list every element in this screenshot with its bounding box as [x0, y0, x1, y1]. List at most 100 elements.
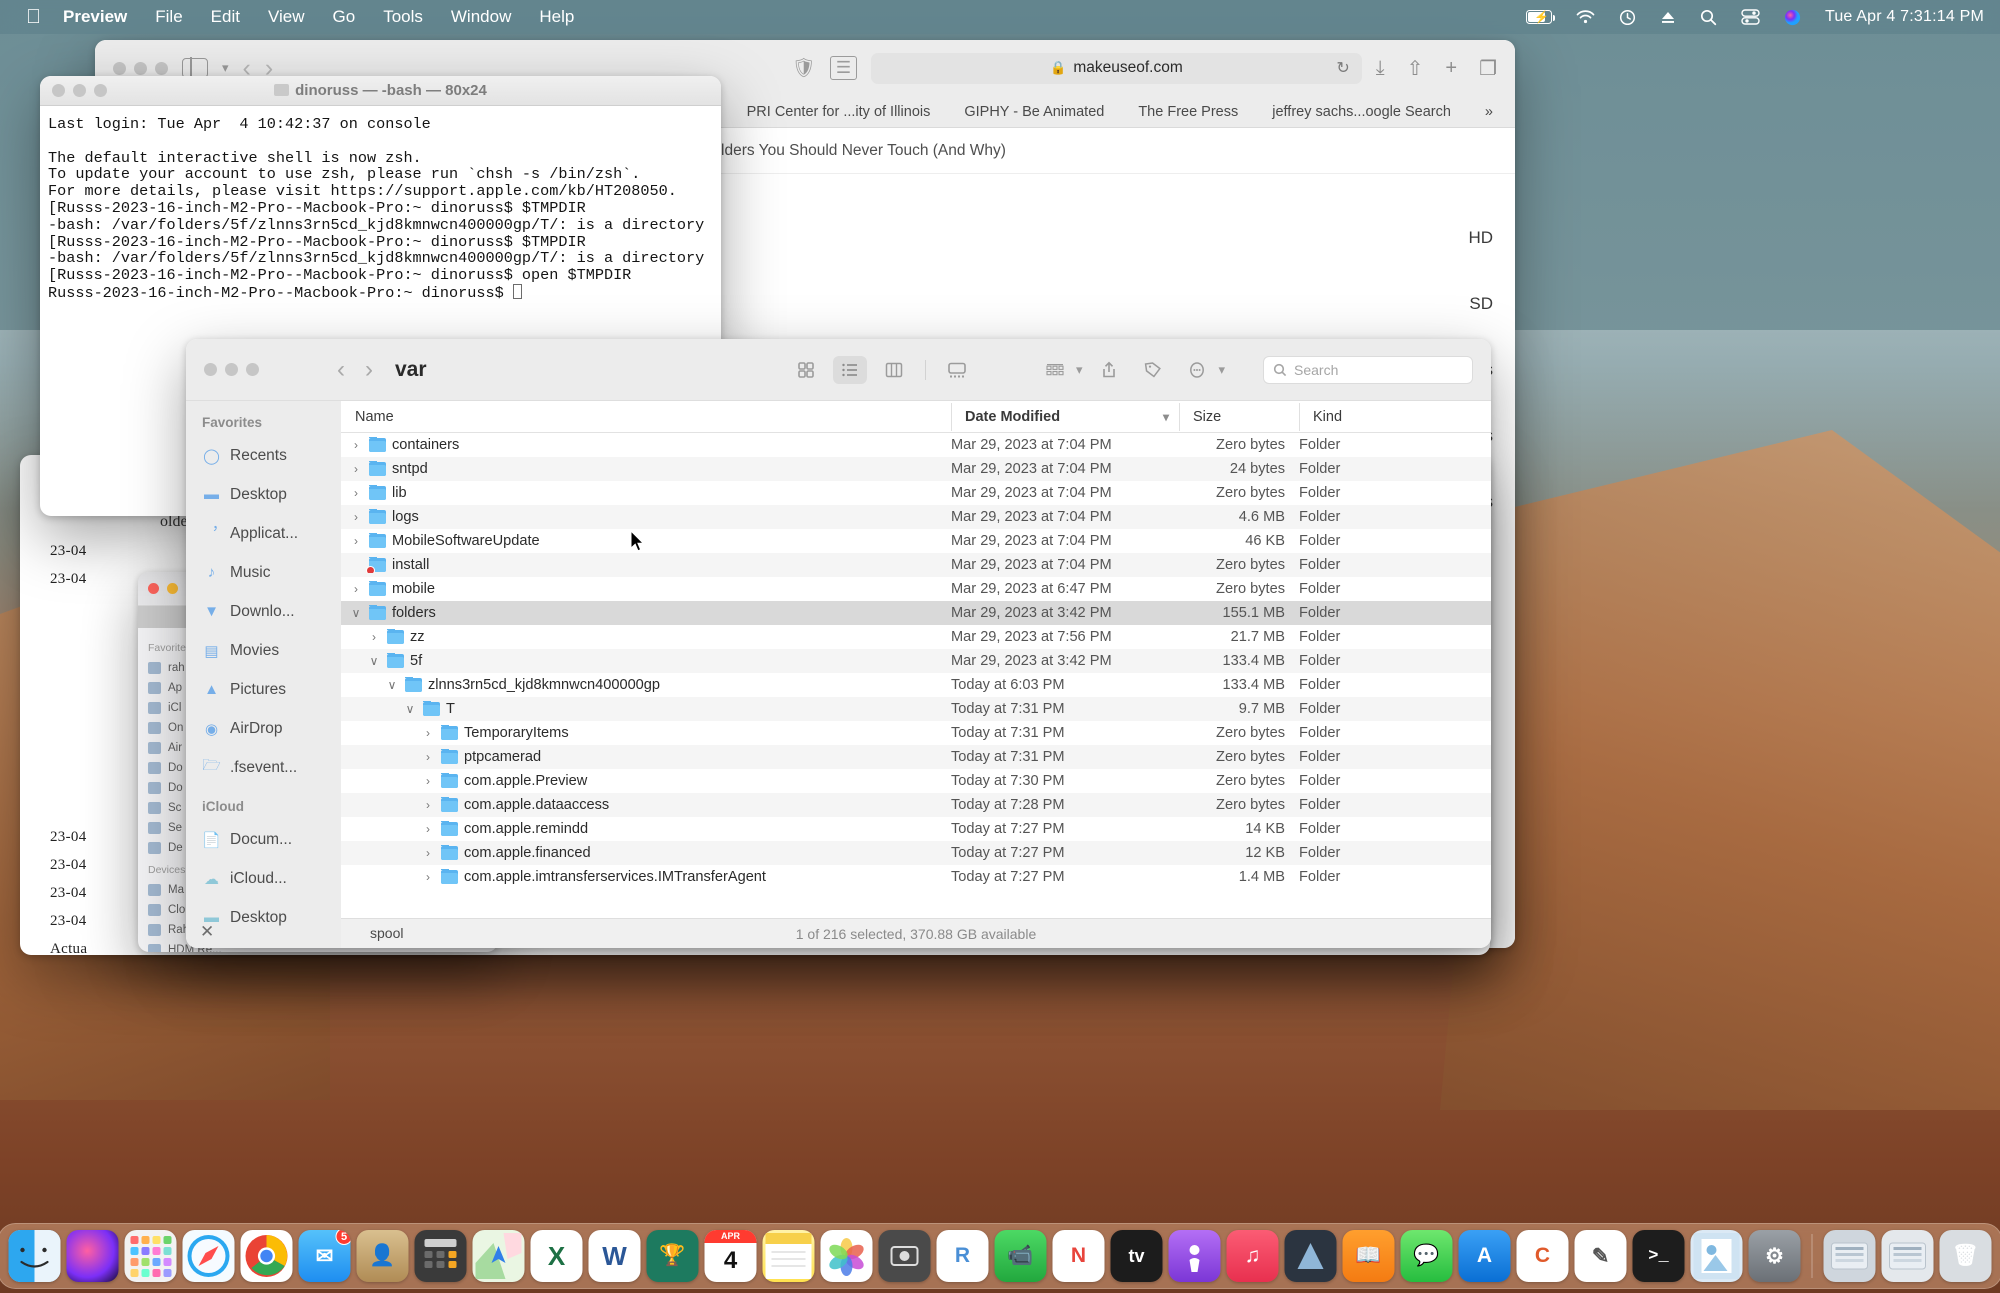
disclosure-closed-icon[interactable]: ›	[421, 870, 435, 884]
table-row[interactable]: › sntpd Mar 29, 2023 at 7:04 PM 24 bytes Fol…	[341, 457, 1491, 481]
word-icon[interactable]: W	[588, 1230, 641, 1282]
finder-file-list[interactable]: Name Date Modified ▾ Size Kind › container…	[341, 401, 1491, 918]
bookmark-item[interactable]: PRI Center for ...ity of Illinois	[747, 104, 931, 120]
sidebar-item-airdrop[interactable]: ◉ AirDrop	[186, 709, 341, 748]
terminal-titlebar[interactable]: dinoruss — -bash — 80x24	[40, 76, 721, 106]
wifi-icon[interactable]	[1576, 10, 1595, 24]
table-row[interactable]: › lib Mar 29, 2023 at 7:04 PM Zero bytes Fol…	[341, 481, 1491, 505]
chevron-down-icon[interactable]: ▾	[1218, 362, 1225, 378]
disclosure-open-icon[interactable]: ∨	[367, 654, 381, 668]
terminal-window-controls[interactable]	[52, 84, 107, 97]
battery-charging-icon[interactable]: ⚡	[1525, 10, 1555, 24]
finder-toolbar-buttons[interactable]: ▾ ▾ Search	[789, 355, 1473, 384]
disclosure-closed-icon[interactable]: ›	[349, 534, 363, 548]
file-name-cell[interactable]: › com.apple.Preview	[341, 773, 951, 789]
zoom-button[interactable]	[94, 84, 107, 97]
table-row[interactable]: › com.apple.remindd Today at 7:27 PM 14 KB F…	[341, 817, 1491, 841]
excel-icon[interactable]: X	[530, 1230, 583, 1282]
minimize-button[interactable]	[225, 363, 238, 376]
sidebar-item-movies[interactable]: ▤ Movies	[186, 631, 341, 670]
minimize-button[interactable]	[73, 84, 86, 97]
file-name-cell[interactable]: › containers	[341, 437, 951, 453]
affinity-icon[interactable]	[1284, 1230, 1337, 1282]
launchpad-icon[interactable]	[124, 1230, 177, 1282]
music-icon[interactable]: ♫	[1226, 1230, 1279, 1282]
column-header-size[interactable]: Size	[1179, 402, 1299, 431]
sidebar-item-desktop[interactable]: ▬ Desktop	[186, 475, 341, 514]
eject-icon[interactable]	[1660, 10, 1676, 25]
close-button[interactable]	[204, 363, 217, 376]
table-row[interactable]: › mobile Mar 29, 2023 at 6:47 PM Zero bytes…	[341, 577, 1491, 601]
appletv-icon[interactable]: tv	[1110, 1230, 1163, 1282]
sidebar-item-downloads[interactable]: ▼ Downlo...	[186, 592, 341, 631]
plus-icon[interactable]: +	[1445, 57, 1457, 80]
file-name-cell[interactable]: › mobile	[341, 581, 951, 597]
table-row[interactable]: install Mar 29, 2023 at 7:04 PM Zero bytes…	[341, 553, 1491, 577]
chevron-down-icon[interactable]: ▾	[1076, 362, 1083, 378]
trash-icon[interactable]: 🗑	[1939, 1230, 1992, 1282]
file-name-cell[interactable]: › ptpcamerad	[341, 749, 951, 765]
more-actions-icon[interactable]	[1180, 356, 1214, 384]
zoom-button[interactable]	[155, 61, 168, 75]
column-view-icon[interactable]	[877, 356, 911, 384]
disclosure-closed-icon[interactable]: ›	[349, 510, 363, 524]
disclosure-closed-icon[interactable]: ›	[421, 774, 435, 788]
file-name-cell[interactable]: › com.apple.remindd	[341, 821, 951, 837]
table-row[interactable]: ∨ zlnns3rn5cd_kjd8kmnwcn400000gp Today at …	[341, 673, 1491, 697]
share-icon[interactable]	[1092, 356, 1126, 384]
disclosure-closed-icon[interactable]: ›	[349, 582, 363, 596]
share-icon[interactable]: ⇧	[1407, 56, 1424, 81]
menu-item-edit[interactable]: Edit	[211, 7, 240, 27]
siri-icon[interactable]	[1784, 9, 1801, 26]
terminal-icon[interactable]: >_	[1632, 1230, 1685, 1282]
disclosure-closed-icon[interactable]: ›	[421, 822, 435, 836]
file-name-cell[interactable]: ∨ zlnns3rn5cd_kjd8kmnwcn400000gp	[341, 677, 951, 693]
column-header-kind[interactable]: Kind	[1299, 402, 1449, 431]
file-name-cell[interactable]: ∨ T	[341, 701, 951, 717]
bookmark-item[interactable]: The Free Press	[1138, 104, 1238, 120]
file-name-cell[interactable]: › sntpd	[341, 461, 951, 477]
facetime-icon[interactable]: 📹	[994, 1230, 1047, 1282]
close-icon[interactable]: ✕	[200, 922, 214, 942]
appstore-icon[interactable]: A	[1458, 1230, 1511, 1282]
table-row[interactable]: › com.apple.dataaccess Today at 7:28 PM Zer…	[341, 793, 1491, 817]
sidebar-item-fseventsd[interactable]: 🗁 .fsevent...	[186, 748, 341, 787]
chevron-down-icon[interactable]: ▾	[1163, 410, 1169, 424]
disclosure-closed-icon[interactable]: ›	[421, 726, 435, 740]
table-row[interactable]: › com.apple.Preview Today at 7:30 PM Zero b…	[341, 769, 1491, 793]
close-button[interactable]	[148, 583, 159, 594]
safari-address-bar[interactable]: 🔒 makeuseof.com ↻	[871, 52, 1362, 84]
table-row[interactable]: › zz Mar 29, 2023 at 7:56 PM 21.7 MB Folder	[341, 625, 1491, 649]
file-name-cell[interactable]: › zz	[341, 629, 951, 645]
gallery-view-icon[interactable]	[940, 356, 974, 384]
sidebar-item-documents[interactable]: 📄 Docum...	[186, 820, 341, 859]
tag-icon[interactable]	[1136, 356, 1170, 384]
siri-icon[interactable]	[66, 1230, 119, 1282]
news-icon[interactable]: N	[1052, 1230, 1105, 1282]
menu-app-name[interactable]: Preview	[63, 7, 127, 27]
file-name-cell[interactable]: ∨ 5f	[341, 653, 951, 669]
notes-icon[interactable]	[762, 1230, 815, 1282]
table-row[interactable]: › com.apple.financed Today at 7:27 PM 12 KB…	[341, 841, 1491, 865]
file-name-cell[interactable]: › com.apple.imtransferservices.IMTransfer…	[341, 869, 951, 885]
finder-nav[interactable]: ‹ ›	[337, 356, 373, 384]
tab-overview-icon[interactable]: ❐	[1479, 56, 1497, 81]
chevron-down-icon[interactable]: ▾	[222, 60, 229, 76]
table-row[interactable]: ∨ 5f Mar 29, 2023 at 3:42 PM 133.4 MB Folder	[341, 649, 1491, 673]
disclosure-open-icon[interactable]: ∨	[349, 606, 363, 620]
table-row[interactable]: › com.apple.imtransferservices.IMTransfer…	[341, 865, 1491, 889]
file-name-cell[interactable]: › MobileSoftwareUpdate	[341, 533, 951, 549]
downloads-stack-icon[interactable]	[1823, 1230, 1876, 1282]
keynote-icon[interactable]: 🏆	[646, 1230, 699, 1282]
table-row[interactable]: ∨ folders Mar 29, 2023 at 3:42 PM 155.1 MB F…	[341, 601, 1491, 625]
bookmark-item[interactable]: jeffrey sachs...oogle Search	[1272, 104, 1451, 120]
safari-icon[interactable]	[182, 1230, 235, 1282]
disclosure-closed-icon[interactable]: ›	[421, 846, 435, 860]
sidebar-item-pictures[interactable]: ▲ Pictures	[186, 670, 341, 709]
minimize-button[interactable]	[167, 583, 178, 594]
disclosure-open-icon[interactable]: ∨	[385, 678, 399, 692]
file-name-cell[interactable]: › com.apple.dataaccess	[341, 797, 951, 813]
sidebar-item-applications[interactable]: ︐ Applicat...	[186, 514, 341, 553]
close-button[interactable]	[52, 84, 65, 97]
menu-item-window[interactable]: Window	[451, 7, 511, 27]
